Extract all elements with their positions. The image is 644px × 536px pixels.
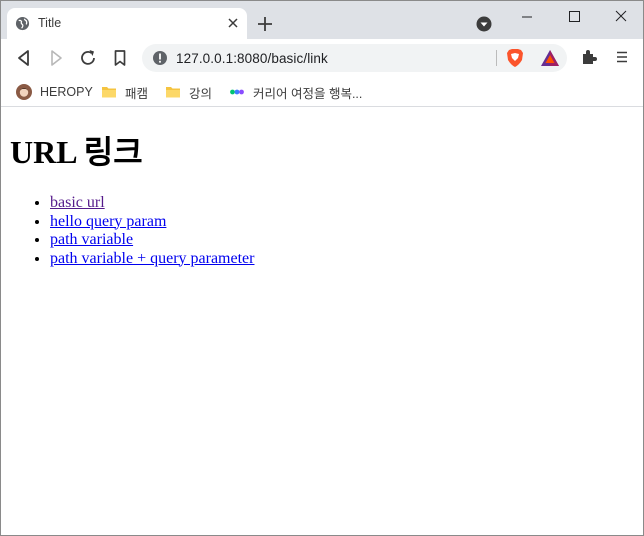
link-list: basic url hello query param path variabl… bbox=[50, 194, 254, 268]
tab-strip: Title bbox=[1, 1, 643, 39]
tab-search-icon[interactable] bbox=[476, 16, 492, 32]
tab-title: Title bbox=[38, 16, 62, 30]
list-item: basic url bbox=[50, 194, 254, 213]
list-item: path variable bbox=[50, 231, 254, 250]
list-item: hello query param bbox=[50, 213, 254, 232]
bookmark-career[interactable]: 커리어 여정을 행복... bbox=[229, 81, 362, 103]
maximize-icon[interactable] bbox=[564, 7, 584, 27]
bookmark-folder-패캠[interactable]: 패캠 bbox=[101, 81, 148, 103]
close-tab-icon[interactable] bbox=[226, 16, 240, 30]
brave-rewards-icon[interactable] bbox=[540, 49, 560, 67]
address-bar[interactable]: 127.0.0.1:8080/basic/link bbox=[142, 44, 567, 72]
bookmark-label: 패캠 bbox=[125, 86, 149, 101]
site-info-icon[interactable] bbox=[152, 50, 168, 66]
link-hello-query-param[interactable]: hello query param bbox=[50, 213, 166, 230]
bookmark-folder-강의[interactable]: 강의 bbox=[165, 81, 212, 103]
new-tab-icon[interactable] bbox=[257, 16, 273, 32]
bookmark-label: HEROPY bbox=[40, 85, 93, 99]
toolbar: 127.0.0.1:8080/basic/link bbox=[1, 39, 643, 77]
brave-shields-icon[interactable] bbox=[506, 48, 524, 68]
bookmark-icon[interactable] bbox=[109, 47, 131, 69]
bookmarks-bar: HEROPY 패캠 강의 커리어 여정을 행복... bbox=[1, 77, 643, 107]
tab-active[interactable]: Title bbox=[7, 8, 247, 39]
minimize-icon[interactable] bbox=[517, 7, 537, 27]
link-path-variable[interactable]: path variable bbox=[50, 231, 133, 248]
page-title: URL 링크 bbox=[10, 134, 143, 170]
globe-icon bbox=[15, 16, 30, 31]
bookmark-label: 커리어 여정을 행복... bbox=[253, 86, 363, 101]
close-window-icon[interactable] bbox=[611, 7, 631, 27]
bookmark-label: 강의 bbox=[189, 86, 213, 101]
link-basic-url[interactable]: basic url bbox=[50, 194, 105, 211]
folder-icon bbox=[166, 87, 180, 98]
link-path-variable-query-parameter[interactable]: path variable + query parameter bbox=[50, 250, 254, 267]
folder-icon bbox=[102, 87, 116, 98]
list-item: path variable + query parameter bbox=[50, 250, 254, 269]
avatar-icon bbox=[16, 84, 32, 100]
omnibox-divider bbox=[496, 50, 497, 66]
url-text: 127.0.0.1:8080/basic/link bbox=[176, 51, 328, 66]
menu-icon[interactable] bbox=[613, 48, 631, 66]
back-icon[interactable] bbox=[13, 47, 35, 69]
reload-icon[interactable] bbox=[77, 47, 99, 69]
page-content: URL 링크 basic url hello query param path … bbox=[1, 108, 643, 535]
forward-icon[interactable] bbox=[45, 47, 67, 69]
dots-logo-icon bbox=[230, 89, 244, 95]
extensions-icon[interactable] bbox=[580, 48, 598, 66]
bookmark-heropy[interactable]: HEROPY bbox=[16, 81, 93, 103]
